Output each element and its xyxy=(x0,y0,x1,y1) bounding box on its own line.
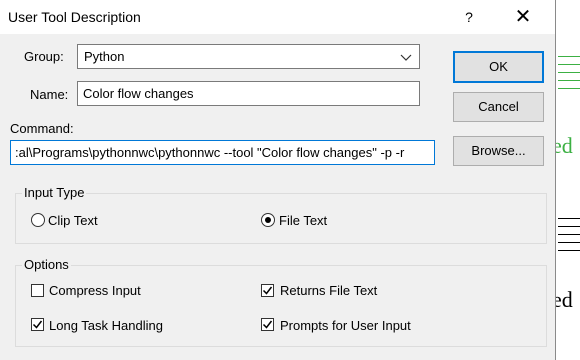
name-label: Name: xyxy=(30,87,69,102)
staff-line xyxy=(558,242,580,243)
staff-line xyxy=(558,234,580,235)
browse-button[interactable]: Browse... xyxy=(453,136,544,166)
staff-line xyxy=(558,88,580,89)
name-value: Color flow changes xyxy=(83,86,194,101)
prompts-for-user-input-checkbox[interactable] xyxy=(261,318,274,331)
compress-input-checkbox[interactable] xyxy=(31,284,44,297)
group-dropdown[interactable]: Python xyxy=(77,44,420,69)
chevron-down-icon xyxy=(400,54,412,61)
window-title: User Tool Description xyxy=(8,9,141,25)
checkmark-icon xyxy=(32,320,43,329)
close-button[interactable]: ✕ xyxy=(500,4,546,30)
options-legend: Options xyxy=(22,257,71,272)
ok-button[interactable]: OK xyxy=(453,51,544,83)
clip-text-radio[interactable] xyxy=(31,213,45,227)
staff-line xyxy=(558,250,580,251)
help-button[interactable]: ? xyxy=(446,4,492,30)
user-tool-description-dialog: User Tool Description ? ✕ Group: Python … xyxy=(0,0,556,360)
staff-line xyxy=(558,64,580,65)
long-task-handling-label[interactable]: Long Task Handling xyxy=(49,318,163,333)
file-text-label[interactable]: File Text xyxy=(279,213,327,228)
group-label: Group: xyxy=(24,49,64,64)
command-value: :al\Programs\pythonnwc\pythonnwc --tool … xyxy=(15,145,405,160)
staff-line xyxy=(558,56,580,57)
radio-selected-dot xyxy=(265,217,271,223)
returns-file-text-checkbox[interactable] xyxy=(261,284,274,297)
group-value: Python xyxy=(84,49,125,64)
command-input[interactable]: :al\Programs\pythonnwc\pythonnwc --tool … xyxy=(10,140,435,165)
long-task-handling-checkbox[interactable] xyxy=(31,318,44,331)
compress-input-label[interactable]: Compress Input xyxy=(49,283,141,298)
checkmark-icon xyxy=(262,286,273,295)
prompts-for-user-input-label[interactable]: Prompts for User Input xyxy=(280,318,411,333)
options-group xyxy=(15,265,547,347)
name-input[interactable]: Color flow changes xyxy=(77,81,420,106)
clip-text-label[interactable]: Clip Text xyxy=(48,213,98,228)
staff-line xyxy=(558,72,580,73)
cancel-button[interactable]: Cancel xyxy=(453,92,544,122)
staff-line xyxy=(558,218,580,219)
input-type-legend: Input Type xyxy=(22,185,87,200)
returns-file-text-label[interactable]: Returns File Text xyxy=(280,283,377,298)
command-label: Command: xyxy=(10,121,74,136)
checkmark-icon xyxy=(262,320,273,329)
staff-line xyxy=(558,80,580,81)
title-bar: User Tool Description ? ✕ xyxy=(0,0,555,34)
file-text-radio[interactable] xyxy=(261,213,275,227)
staff-line xyxy=(558,226,580,227)
